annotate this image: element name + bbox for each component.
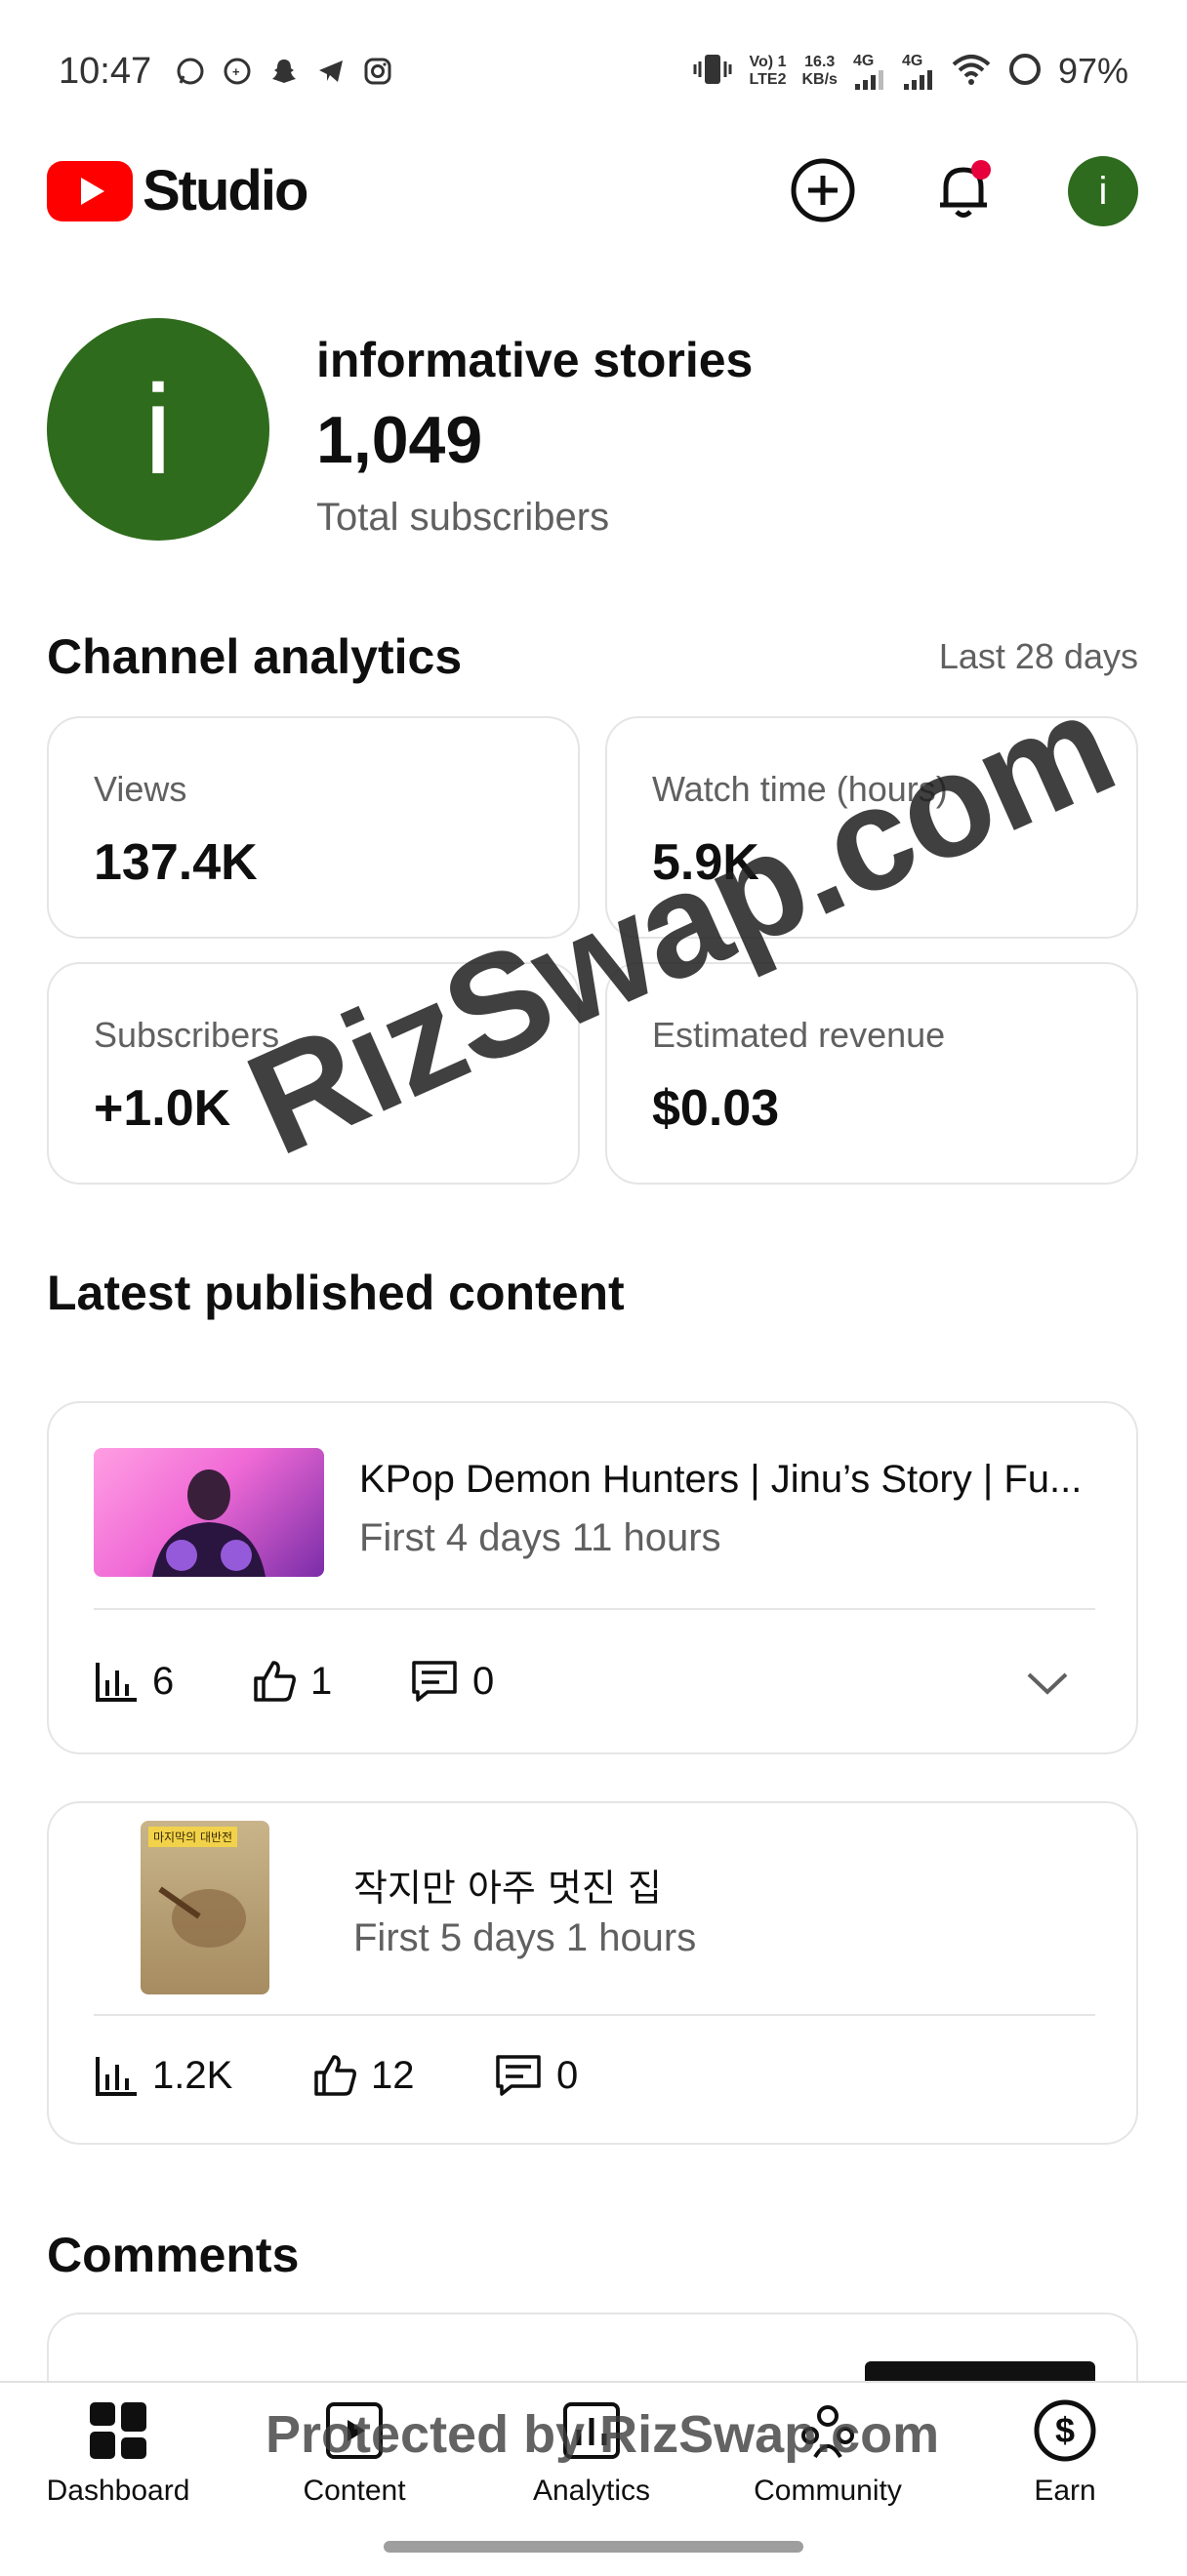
add-circle-icon <box>791 158 855 222</box>
comment-icon <box>412 1661 457 1702</box>
vibrate-icon <box>691 52 734 92</box>
subscriber-label: Total subscribers <box>316 496 610 539</box>
signal-bars-icon <box>854 70 883 90</box>
notifications-button[interactable] <box>929 156 998 224</box>
thumbnail-caption: 마지막의 대반전 <box>148 1827 238 1847</box>
metric-value: 5.9K <box>652 834 759 891</box>
metric-card-views[interactable]: Views 137.4K <box>47 716 580 939</box>
nav-label: Content <box>303 2475 406 2507</box>
content-card[interactable]: 마지막의 대반전 작지만 아주 멋진 집 First 5 days 1 hour… <box>47 1801 1138 2145</box>
status-time: 10:47 <box>59 51 152 92</box>
metric-label: Watch time (hours) <box>652 769 948 809</box>
signal-sim2: 4G <box>902 53 935 90</box>
channel-analytics-title: Channel analytics <box>47 629 463 684</box>
whatsapp-icon <box>174 55 207 88</box>
lte-label: LTE2 <box>749 71 787 88</box>
content-icon <box>320 2396 389 2465</box>
comments-count: 0 <box>556 2053 579 2097</box>
speed-value: 16.3 <box>804 54 836 70</box>
metric-value: +1.0K <box>94 1080 231 1137</box>
youtube-studio-logo[interactable]: Studio <box>47 158 308 223</box>
channel-avatar: i <box>47 318 269 541</box>
views-stat: 1.2K <box>94 2053 232 2098</box>
metric-label: Subscribers <box>94 1015 280 1055</box>
metric-value: $0.03 <box>652 1080 780 1137</box>
likes-stat: 12 <box>312 2053 415 2098</box>
views-count: 1.2K <box>152 2053 233 2097</box>
video-period: First 5 days 1 hours <box>353 1916 697 1959</box>
dashboard-icon <box>84 2396 152 2465</box>
system-indicators: Vo) 1 LTE2 16.3 KB/s 4G 4G 97% <box>691 51 1128 92</box>
nav-content[interactable]: Content <box>257 2396 452 2508</box>
nav-label: Analytics <box>532 2475 651 2507</box>
content-card[interactable]: KPop Demon Hunters | Jinu’s Story | Fu..… <box>47 1401 1138 1754</box>
video-period: First 4 days 11 hours <box>359 1516 721 1559</box>
nav-dashboard[interactable]: Dashboard <box>20 2396 216 2508</box>
comments-stat: 0 <box>410 1659 494 1704</box>
app-name: Studio <box>143 159 308 222</box>
account-avatar[interactable]: i <box>1068 156 1138 226</box>
likes-count: 1 <box>310 1659 333 1703</box>
battery-icon <box>1007 52 1043 92</box>
thumbs-up-icon <box>254 1661 296 1702</box>
views-stat: 6 <box>94 1659 174 1704</box>
expand-button[interactable] <box>1025 1663 1070 1707</box>
bar-chart-icon <box>96 2057 137 2096</box>
channel-name: informative stories <box>316 333 754 387</box>
signal-bars-icon <box>903 70 932 90</box>
comments-title: Comments <box>47 2228 300 2282</box>
telegram-icon <box>314 55 348 88</box>
analytics-icon <box>557 2396 626 2465</box>
video-thumbnail[interactable] <box>94 1448 324 1577</box>
likes-stat: 1 <box>252 1659 332 1704</box>
comments-stat: 0 <box>494 2053 578 2098</box>
youtube-play-icon <box>47 160 133 221</box>
snapchat-icon <box>267 55 301 88</box>
metric-card-watch-time[interactable]: Watch time (hours) 5.9K <box>605 716 1138 939</box>
thumbs-up-icon <box>314 2055 356 2096</box>
signal-sim1: 4G <box>853 53 886 90</box>
community-icon <box>794 2396 862 2465</box>
metric-card-subscribers[interactable]: Subscribers +1.0K <box>47 962 580 1185</box>
nav-label: Community <box>754 2475 902 2507</box>
subscriber-count: 1,049 <box>316 403 483 477</box>
svg-text:$: $ <box>1055 2410 1075 2450</box>
metric-label: Views <box>94 769 187 809</box>
dollar-icon: $ <box>1031 2396 1099 2465</box>
nav-analytics[interactable]: Analytics <box>494 2396 689 2508</box>
latest-content-title: Latest published content <box>47 1266 625 1320</box>
nav-community[interactable]: Community <box>730 2396 925 2508</box>
date-range: Last 28 days <box>938 636 1138 676</box>
wifi-icon <box>951 52 992 92</box>
video-title: KPop Demon Hunters | Jinu’s Story | Fu..… <box>359 1458 1083 1501</box>
create-button[interactable] <box>789 156 857 224</box>
nav-label: Earn <box>1034 2475 1096 2507</box>
svg-text:+: + <box>232 64 240 79</box>
comments-count: 0 <box>472 1659 495 1703</box>
bell-icon <box>940 160 991 218</box>
views-count: 6 <box>152 1659 175 1703</box>
battery-percent: 97% <box>1057 51 1128 91</box>
gesture-home-bar[interactable] <box>384 2541 803 2553</box>
instagram-icon <box>361 55 394 88</box>
volte-label: Vo) 1 <box>749 54 787 70</box>
nav-earn[interactable]: $ Earn <box>967 2396 1163 2508</box>
card-divider <box>94 2014 1095 2016</box>
likes-count: 12 <box>371 2053 415 2097</box>
video-thumbnail[interactable]: 마지막의 대반전 <box>141 1821 269 1994</box>
speed-unit: KB/s <box>801 71 838 88</box>
comment-icon <box>496 2055 541 2096</box>
nav-label: Dashboard <box>46 2475 190 2507</box>
metric-value: 137.4K <box>94 834 258 891</box>
bar-chart-icon <box>96 1663 137 1702</box>
card-divider <box>94 1608 1095 1610</box>
whatsapp-business-icon: + <box>221 55 254 88</box>
metric-card-revenue[interactable]: Estimated revenue $0.03 <box>605 962 1138 1185</box>
notification-icons: + <box>174 55 394 88</box>
chevron-down-icon <box>1027 1672 1068 1695</box>
metric-label: Estimated revenue <box>652 1015 946 1055</box>
status-bar: 10:47 + Vo) 1 LTE2 16.3 KB/s 4G 4G 97% <box>0 0 1187 146</box>
video-title: 작지만 아주 멋진 집 <box>353 1867 662 1910</box>
